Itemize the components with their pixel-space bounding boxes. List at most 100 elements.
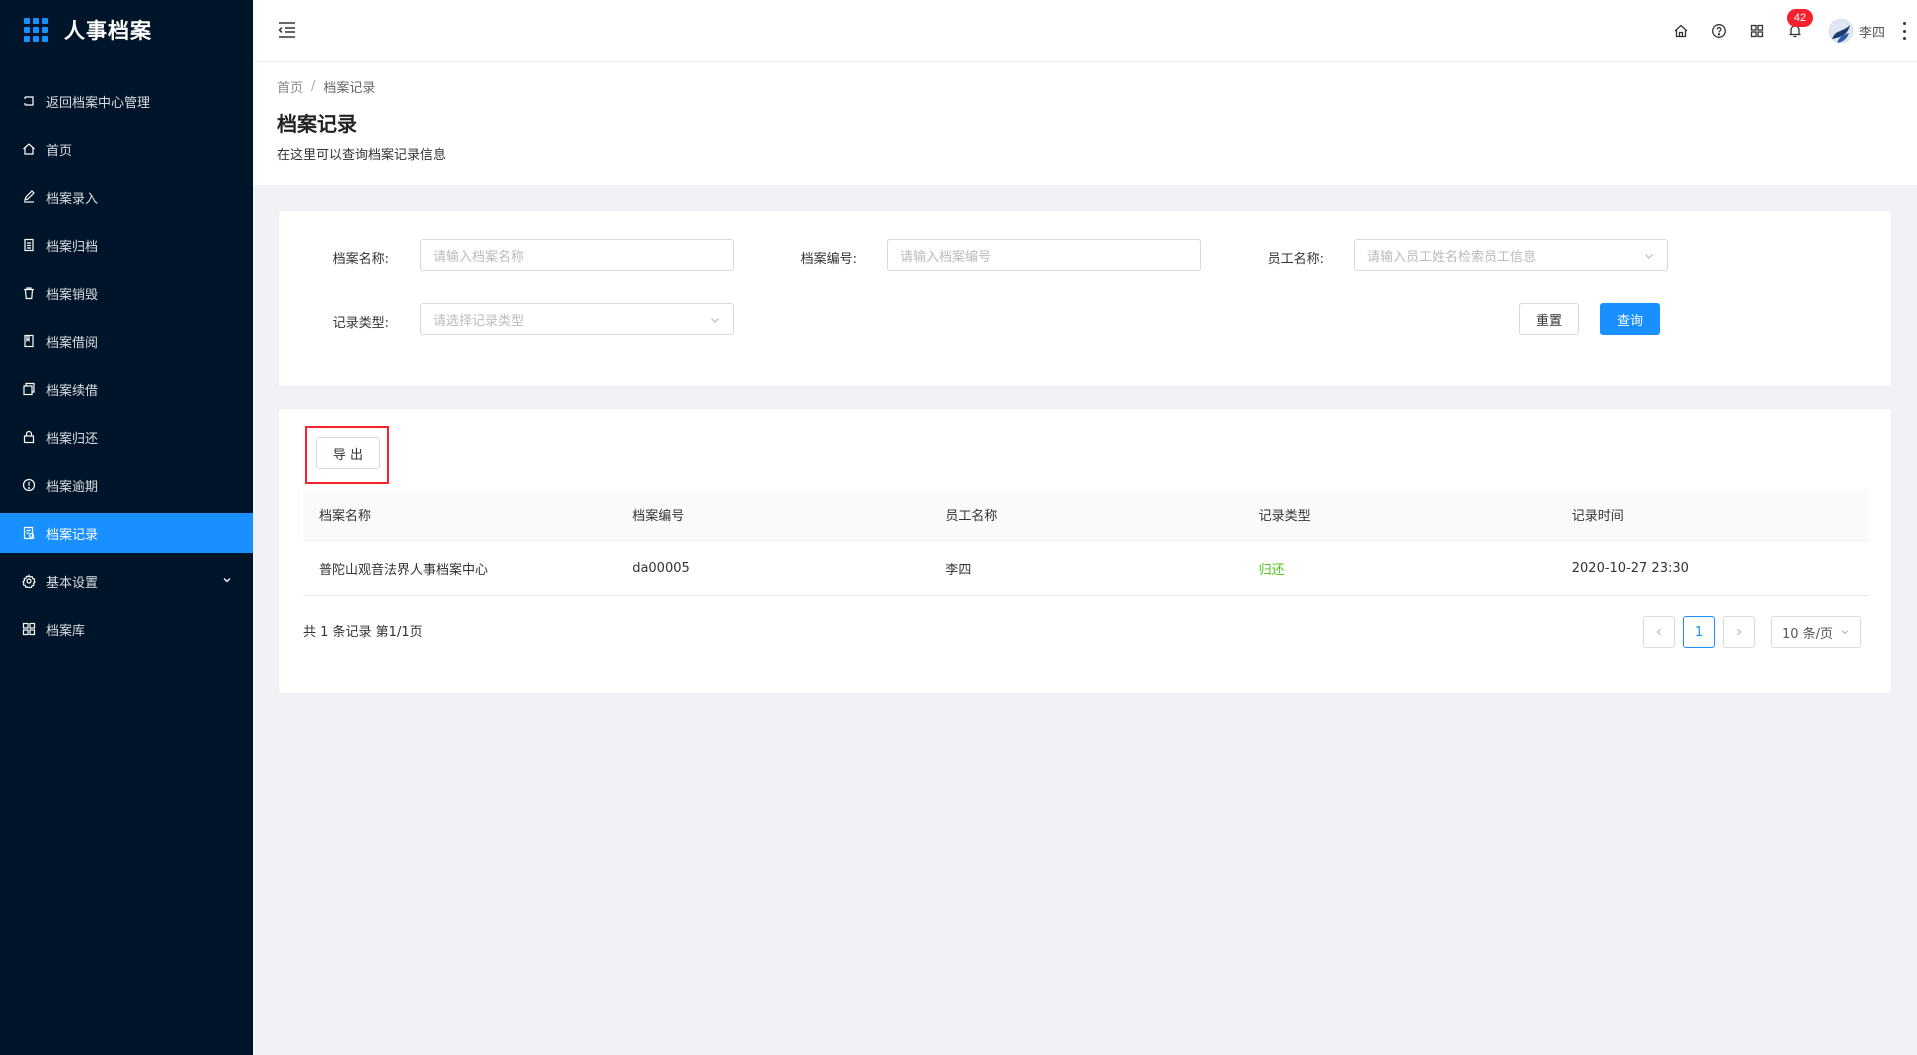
- pagination-total: 共 1 条记录 第1/1页: [303, 625, 423, 640]
- sidebar-item-label: 返回档案中心管理: [46, 95, 151, 111]
- sidebar-item-borrow[interactable]: 档案借阅: [0, 321, 253, 361]
- sidebar-item-return-archive[interactable]: 档案归还: [0, 417, 253, 457]
- sidebar: 人事档案 返回档案中心管理 首页 档案录入 档案归档 档案销毁 档案借阅 档案续…: [0, 0, 253, 1055]
- chevron-down-icon: [1645, 254, 1653, 259]
- edit-icon: [22, 190, 36, 204]
- chevron-down-icon: [711, 318, 719, 323]
- record-type-placeholder: 请选择记录类型: [433, 313, 525, 329]
- breadcrumb-separator: /: [311, 78, 316, 94]
- gear-icon: [22, 574, 36, 588]
- column-header-type[interactable]: 记录类型: [1243, 489, 1556, 540]
- sidebar-item-return[interactable]: 返回档案中心管理: [0, 81, 253, 121]
- bell-icon[interactable]: 42: [1786, 9, 1813, 39]
- app-title: 人事档案: [64, 19, 152, 43]
- archive-name-label: 档案名称:: [332, 252, 389, 267]
- sidebar-item-label: 档案归还: [46, 431, 99, 447]
- query-button[interactable]: 查询: [1600, 303, 1660, 335]
- sidebar-item-archive[interactable]: 档案归档: [0, 225, 253, 265]
- archive-name-placeholder: 请输入档案名称: [433, 249, 525, 265]
- more-vertical-icon[interactable]: [1903, 22, 1907, 40]
- sidebar-item-label: 档案销毁: [46, 287, 99, 303]
- page-title: 档案记录: [277, 112, 357, 136]
- book-icon: [22, 334, 36, 348]
- search-form-card: 档案名称: 请输入档案名称 档案编号: 请输入档案编号 员工名称: 请输入员工姓…: [278, 210, 1892, 387]
- sidebar-item-label: 档案逾期: [46, 479, 99, 495]
- sidebar-item-records[interactable]: 档案记录: [0, 513, 253, 553]
- sidebar-item-label: 档案记录: [46, 527, 99, 543]
- sidebar-item-entry[interactable]: 档案录入: [0, 177, 253, 217]
- column-header-code[interactable]: 档案编号: [616, 489, 929, 540]
- next-page-button[interactable]: [1723, 616, 1755, 648]
- records-table-card: 导 出 档案名称 档案编号 员工名称 记录类型 记录时间 普陀山观音法界人事档案…: [278, 408, 1892, 694]
- home-icon[interactable]: [1673, 23, 1689, 39]
- sidebar-item-home[interactable]: 首页: [0, 129, 253, 169]
- breadcrumb-home[interactable]: 首页: [277, 77, 303, 96]
- chevron-down-icon: [223, 578, 231, 583]
- apps-logo-icon: [24, 18, 48, 42]
- table-header: 档案名称 档案编号 员工名称 记录类型 记录时间: [303, 489, 1869, 541]
- sidebar-item-label: 档案归档: [46, 239, 99, 255]
- page-size-value: 10 条/页: [1782, 626, 1834, 642]
- delete-icon: [22, 286, 36, 300]
- sidebar-menu: 返回档案中心管理 首页 档案录入 档案归档 档案销毁 档案借阅 档案续借 档案归…: [0, 81, 253, 649]
- archive-name-input[interactable]: 请输入档案名称: [420, 239, 734, 271]
- chevron-right-icon: [1737, 628, 1742, 636]
- logo[interactable]: 人事档案: [0, 0, 253, 60]
- avatar[interactable]: [1828, 19, 1853, 43]
- sidebar-item-label: 基本设置: [46, 575, 99, 591]
- home-icon: [22, 142, 36, 156]
- chevron-left-icon: [1656, 628, 1661, 636]
- page-size-select[interactable]: 10 条/页: [1771, 616, 1861, 648]
- sidebar-item-label: 档案库: [46, 623, 86, 639]
- menu-fold-icon[interactable]: [277, 21, 297, 39]
- grid-icon: [22, 622, 36, 636]
- sidebar-item-overdue[interactable]: 档案逾期: [0, 465, 253, 505]
- record-type-label: 记录类型:: [332, 316, 389, 331]
- sidebar-item-label: 首页: [46, 143, 73, 159]
- sidebar-item-settings[interactable]: 基本设置: [0, 561, 253, 601]
- table-row[interactable]: 普陀山观音法界人事档案中心 da00005 李四 归还 2020-10-27 2…: [303, 541, 1869, 596]
- top-header: 42 李四: [253, 0, 1917, 62]
- archive-code-label: 档案编号:: [800, 252, 857, 267]
- cell-archive-code: da00005: [632, 560, 690, 576]
- apps-icon[interactable]: [1749, 23, 1765, 39]
- sidebar-item-renew[interactable]: 档案续借: [0, 369, 253, 409]
- cell-archive-name: 普陀山观音法界人事档案中心: [319, 562, 489, 578]
- employee-name-label: 员工名称:: [1267, 252, 1324, 267]
- prev-page-button[interactable]: [1643, 616, 1675, 648]
- sidebar-item-label: 档案借阅: [46, 335, 99, 351]
- notification-badge: 42: [1786, 9, 1813, 27]
- export-button[interactable]: 导 出: [316, 437, 380, 469]
- archive-code-input[interactable]: 请输入档案编号: [887, 239, 1201, 271]
- archive-code-placeholder: 请输入档案编号: [900, 249, 992, 265]
- cell-record-type: 归还: [1258, 562, 1285, 578]
- avatar-image: [1828, 19, 1853, 43]
- employee-placeholder: 请输入员工姓名检索员工信息: [1367, 249, 1537, 265]
- page-description: 在这里可以查询档案记录信息: [277, 148, 447, 163]
- chevron-down-icon: [1841, 630, 1849, 635]
- pagination: 1 10 条/页: [1635, 616, 1861, 648]
- header-actions: 42 李四: [1651, 0, 1907, 62]
- return-icon: [22, 94, 36, 108]
- record-type-select[interactable]: 请选择记录类型: [420, 303, 734, 335]
- record-icon: [22, 526, 36, 540]
- employee-select[interactable]: 请输入员工姓名检索员工信息: [1354, 239, 1668, 271]
- records-table: 档案名称 档案编号 员工名称 记录类型 记录时间 普陀山观音法界人事档案中心 d…: [303, 489, 1869, 596]
- breadcrumb: 首页 / 档案记录: [277, 76, 1893, 96]
- warning-icon: [22, 478, 36, 492]
- sidebar-item-label: 档案录入: [46, 191, 99, 207]
- sidebar-item-library[interactable]: 档案库: [0, 609, 253, 649]
- reset-button[interactable]: 重置: [1519, 303, 1579, 335]
- breadcrumb-current: 档案记录: [323, 80, 376, 96]
- username[interactable]: 李四: [1859, 22, 1885, 41]
- column-header-employee[interactable]: 员工名称: [929, 489, 1242, 540]
- column-header-name[interactable]: 档案名称: [303, 489, 616, 540]
- page-header: 首页 / 档案记录 档案记录 在这里可以查询档案记录信息: [253, 62, 1917, 185]
- page-button-1[interactable]: 1: [1683, 616, 1715, 648]
- sidebar-item-destroy[interactable]: 档案销毁: [0, 273, 253, 313]
- cell-employee-name: 李四: [945, 562, 972, 578]
- lock-icon: [22, 430, 36, 444]
- help-icon[interactable]: [1711, 23, 1727, 39]
- sidebar-item-label: 档案续借: [46, 383, 99, 399]
- column-header-time[interactable]: 记录时间: [1556, 489, 1869, 540]
